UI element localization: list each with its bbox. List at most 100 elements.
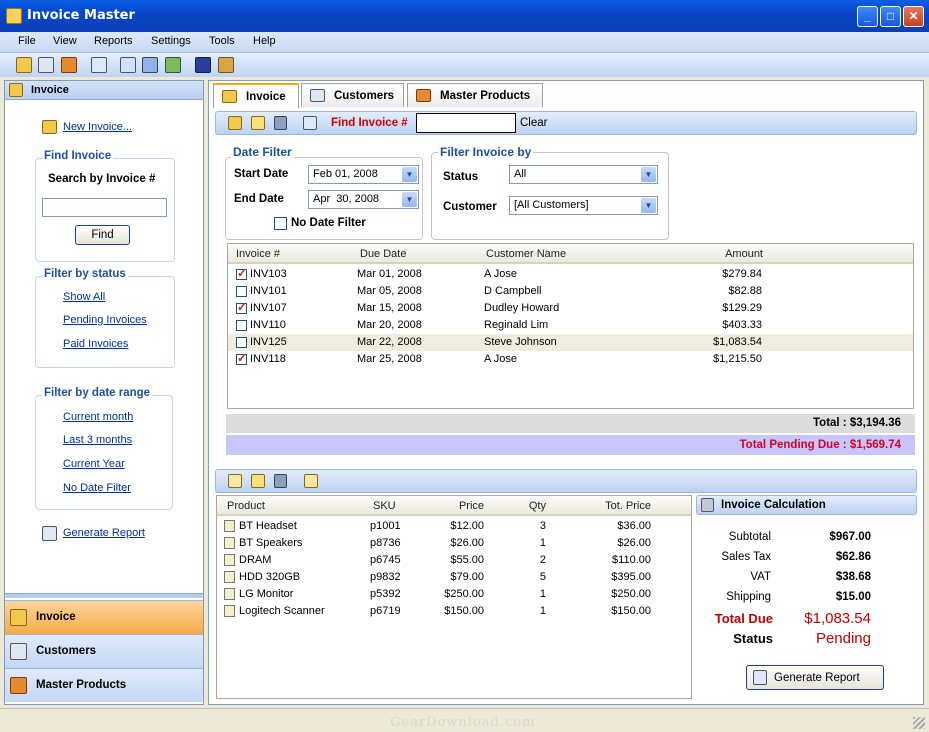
edit-icon[interactable]	[251, 116, 265, 130]
maximize-button[interactable]: □	[880, 6, 901, 27]
clear-button[interactable]: Clear	[520, 117, 547, 129]
col-customer-name[interactable]: Customer Name	[486, 248, 566, 260]
products-icon[interactable]	[61, 57, 77, 73]
row-checkbox[interactable]	[236, 351, 247, 365]
no-date-filter-link[interactable]: No Date Filter	[63, 482, 131, 494]
col-sku[interactable]: SKU	[373, 500, 396, 512]
product-row[interactable]: BT Speakers p8736 $26.00 1 $26.00	[217, 535, 691, 552]
table-row[interactable]: INV107 Mar 15, 2008 Dudley Howard $129.29	[228, 300, 913, 317]
resize-grip-icon[interactable]	[913, 717, 925, 729]
product-row[interactable]: DRAM p6745 $55.00 2 $110.00	[217, 552, 691, 569]
end-date-picker[interactable]: Apr 30, 2008 ▼	[308, 190, 419, 209]
row-checkbox[interactable]	[236, 320, 247, 331]
table-row[interactable]: INV118 Mar 25, 2008 A Jose $1,215.50	[228, 351, 913, 368]
report-icon[interactable]	[91, 57, 107, 73]
col-due-date[interactable]: Due Date	[360, 248, 406, 260]
customer-icon	[310, 89, 325, 102]
report-icon[interactable]	[303, 116, 317, 130]
status-filter-title: Filter by status	[42, 268, 128, 280]
menu-tools[interactable]: Tools	[209, 35, 235, 47]
col-total-price[interactable]: Tot. Price	[557, 500, 651, 512]
row-checkbox[interactable]	[236, 266, 247, 280]
help-book-icon[interactable]	[195, 57, 211, 73]
pending-invoices-link[interactable]: Pending Invoices	[63, 314, 147, 326]
status-select[interactable]: All ▼	[509, 165, 658, 184]
chevron-down-icon[interactable]: ▼	[402, 167, 417, 182]
generate-report-button[interactable]: Generate Report	[746, 665, 884, 690]
col-invoice-number[interactable]: Invoice #	[236, 248, 280, 260]
product-row[interactable]: HDD 320GB p9832 $79.00 5 $395.00	[217, 569, 691, 586]
chevron-down-icon[interactable]: ▼	[402, 192, 417, 207]
delete-icon[interactable]	[274, 116, 287, 130]
new-line-icon[interactable]	[228, 474, 242, 488]
menu-view[interactable]: View	[53, 35, 77, 47]
qty: 2	[539, 554, 546, 566]
edit-line-icon[interactable]	[251, 474, 265, 488]
start-date-label: Start Date	[234, 168, 289, 180]
invoice-number: INV101	[250, 285, 287, 297]
product-row[interactable]: Logitech Scanner p6719 $150.00 1 $150.00	[217, 603, 691, 620]
product-name: Logitech Scanner	[239, 605, 325, 617]
customer-name: Steve Johnson	[484, 336, 557, 348]
row-checkbox[interactable]	[236, 300, 247, 314]
menu-help[interactable]: Help	[253, 35, 276, 47]
table-row[interactable]: INV101 Mar 05, 2008 D Campbell $82.88	[228, 283, 913, 300]
col-qty[interactable]: Qty	[497, 500, 546, 512]
show-all-link[interactable]: Show All	[63, 291, 105, 303]
find-button[interactable]: Find	[75, 225, 130, 245]
pending-amount: Total Pending Due : $1,569.74	[739, 439, 901, 451]
product-icon	[224, 537, 235, 549]
open-folder-icon[interactable]	[142, 57, 158, 73]
paid-invoices-link[interactable]: Paid Invoices	[63, 338, 128, 350]
invoice-icon[interactable]	[16, 57, 32, 73]
table-row[interactable]: INV110 Mar 20, 2008 Reginald Lim $403.33	[228, 317, 913, 334]
invoice-number: INV118	[250, 353, 286, 365]
customer-select[interactable]: [All Customers] ▼	[509, 196, 658, 215]
menu-settings[interactable]: Settings	[151, 35, 191, 47]
tools-icon[interactable]	[165, 57, 181, 73]
table-row[interactable]: INV125 Mar 22, 2008 Steve Johnson $1,083.54	[228, 334, 913, 351]
find-invoice-input[interactable]	[416, 113, 516, 133]
menu-file[interactable]: File	[18, 35, 36, 47]
nav-master-products[interactable]: Master Products	[5, 668, 203, 702]
table-row[interactable]: INV103 Mar 01, 2008 A Jose $279.84	[228, 266, 913, 283]
search-input[interactable]	[42, 198, 167, 217]
current-year-link[interactable]: Current Year	[63, 458, 125, 470]
close-button[interactable]: ✕	[903, 6, 924, 27]
new-icon[interactable]	[228, 116, 242, 130]
tab-master-products[interactable]: Master Products	[407, 83, 543, 107]
customer-icon[interactable]	[38, 57, 54, 73]
invoice-icon	[10, 609, 27, 626]
export-icon[interactable]	[304, 474, 318, 488]
col-amount[interactable]: Amount	[636, 248, 763, 260]
amount: $403.33	[722, 319, 762, 331]
chevron-down-icon[interactable]: ▼	[641, 198, 656, 213]
minimize-button[interactable]: _	[857, 6, 878, 27]
splitter-grip[interactable]	[5, 593, 203, 598]
qty: 1	[539, 588, 546, 600]
current-month-link[interactable]: Current month	[63, 411, 133, 423]
edit-icon[interactable]	[120, 57, 136, 73]
delete-line-icon[interactable]	[274, 474, 287, 488]
menu-reports[interactable]: Reports	[94, 35, 133, 47]
generate-report-link[interactable]: Generate Report	[63, 527, 145, 539]
col-product[interactable]: Product	[227, 500, 265, 512]
nav-customers[interactable]: Customers	[5, 634, 203, 668]
row-checkbox[interactable]	[236, 286, 247, 297]
product-row[interactable]: BT Headset p1001 $12.00 3 $36.00	[217, 518, 691, 535]
new-invoice-link[interactable]: New Invoice...	[63, 121, 132, 133]
chevron-down-icon[interactable]: ▼	[641, 167, 656, 182]
invoice-table: Invoice # Due Date Customer Name Amount …	[227, 243, 914, 409]
col-price[interactable]: Price	[427, 500, 484, 512]
last-3-months-link[interactable]: Last 3 months	[63, 434, 132, 446]
product-icon	[224, 520, 235, 532]
product-row[interactable]: LG Monitor p5392 $250.00 1 $250.00	[217, 586, 691, 603]
status-label: Status	[443, 171, 479, 183]
tab-customers[interactable]: Customers	[301, 83, 404, 107]
no-date-filter-checkbox[interactable]	[274, 217, 287, 230]
start-date-picker[interactable]: Feb 01, 2008 ▼	[308, 165, 419, 184]
tab-invoice[interactable]: Invoice	[213, 83, 299, 108]
row-checkbox[interactable]	[236, 337, 247, 348]
about-icon[interactable]	[218, 57, 234, 73]
nav-invoice[interactable]: Invoice	[5, 600, 203, 634]
